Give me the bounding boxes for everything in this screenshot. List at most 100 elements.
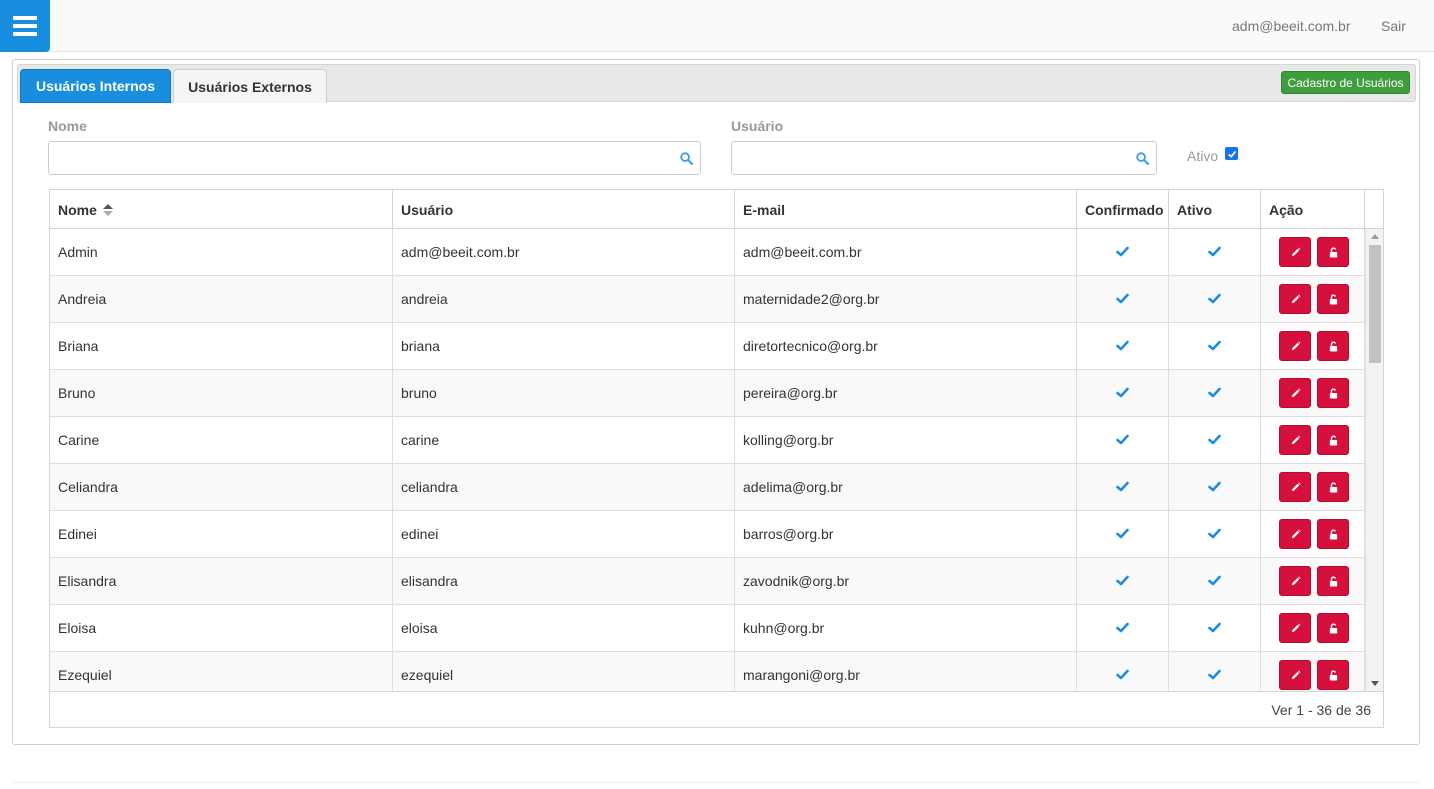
search-icon[interactable]	[680, 152, 693, 165]
unlock-button[interactable]	[1317, 425, 1349, 455]
nome-search-input[interactable]	[49, 142, 700, 174]
cell-email: kuhn@org.br	[735, 605, 1077, 651]
table-row[interactable]: Elisandra elisandra zavodnik@org.br	[50, 558, 1365, 605]
column-header-usuario[interactable]: Usuário	[393, 190, 735, 229]
checkmark-icon	[1227, 150, 1236, 158]
table-row[interactable]: Briana briana diretortecnico@org.br	[50, 323, 1365, 370]
unlock-button[interactable]	[1317, 613, 1349, 643]
pencil-icon	[1290, 435, 1301, 446]
scroll-up-icon[interactable]	[1371, 234, 1379, 239]
cell-email: maternidade2@org.br	[735, 276, 1077, 322]
cell-ativo	[1169, 511, 1261, 557]
unlock-button[interactable]	[1317, 237, 1349, 267]
nome-filter-label: Nome	[48, 118, 87, 134]
cell-usuario: carine	[393, 417, 735, 463]
cell-confirmado	[1077, 417, 1169, 463]
ativo-checkbox[interactable]	[1225, 147, 1238, 160]
users-grid: Nome Usuário E-mail Confirmado Ativo Açã…	[49, 189, 1384, 728]
cell-email: pereira@org.br	[735, 370, 1077, 416]
pencil-icon	[1290, 388, 1301, 399]
column-header-email[interactable]: E-mail	[735, 190, 1077, 229]
column-header-nome[interactable]: Nome	[50, 190, 393, 229]
cell-acao	[1261, 323, 1365, 369]
cell-acao	[1261, 370, 1365, 416]
table-row[interactable]: Admin adm@beeit.com.br adm@beeit.com.br	[50, 229, 1365, 276]
usuario-search-field	[731, 141, 1157, 175]
logout-link[interactable]: Sair	[1381, 18, 1406, 34]
pencil-icon	[1290, 341, 1301, 352]
cell-confirmado	[1077, 558, 1169, 604]
unlock-button[interactable]	[1317, 519, 1349, 549]
column-header-nome-label: Nome	[58, 201, 97, 218]
cell-acao	[1261, 229, 1365, 275]
column-header-ativo[interactable]: Ativo	[1169, 190, 1261, 229]
cell-email: zavodnik@org.br	[735, 558, 1077, 604]
unlock-button[interactable]	[1317, 331, 1349, 361]
tab-usuarios-externos[interactable]: Usuários Externos	[173, 69, 327, 103]
check-icon	[1208, 432, 1221, 448]
edit-button[interactable]	[1279, 425, 1311, 455]
check-icon	[1116, 526, 1129, 542]
table-row[interactable]: Edinei edinei barros@org.br	[50, 511, 1365, 558]
cell-acao	[1261, 511, 1365, 557]
cell-email: kolling@org.br	[735, 417, 1077, 463]
edit-button[interactable]	[1279, 566, 1311, 596]
edit-button[interactable]	[1279, 284, 1311, 314]
table-row[interactable]: Ezequiel ezequiel marangoni@org.br	[50, 652, 1365, 691]
check-icon	[1116, 667, 1129, 683]
scroll-down-icon[interactable]	[1371, 681, 1379, 686]
check-icon	[1116, 573, 1129, 589]
usuario-search-input[interactable]	[732, 142, 1156, 174]
cell-nome: Briana	[50, 323, 393, 369]
edit-button[interactable]	[1279, 519, 1311, 549]
cell-usuario: bruno	[393, 370, 735, 416]
cell-confirmado	[1077, 276, 1169, 322]
pencil-icon	[1290, 482, 1301, 493]
cell-acao	[1261, 464, 1365, 510]
unlock-button[interactable]	[1317, 472, 1349, 502]
unlock-button[interactable]	[1317, 660, 1349, 690]
menu-button[interactable]	[0, 0, 50, 52]
pencil-icon	[1290, 294, 1301, 305]
pencil-icon	[1290, 529, 1301, 540]
edit-button[interactable]	[1279, 237, 1311, 267]
grid-scrollbar[interactable]	[1365, 229, 1383, 691]
table-row[interactable]: Carine carine kolling@org.br	[50, 417, 1365, 464]
table-row[interactable]: Eloisa eloisa kuhn@org.br	[50, 605, 1365, 652]
cell-confirmado	[1077, 229, 1169, 275]
check-icon	[1208, 573, 1221, 589]
edit-button[interactable]	[1279, 331, 1311, 361]
pencil-icon	[1290, 670, 1301, 681]
edit-button[interactable]	[1279, 378, 1311, 408]
unlock-button[interactable]	[1317, 284, 1349, 314]
unlock-button[interactable]	[1317, 566, 1349, 596]
search-icon[interactable]	[1136, 152, 1149, 165]
cell-nome: Bruno	[50, 370, 393, 416]
cell-ativo	[1169, 276, 1261, 322]
table-row[interactable]: Bruno bruno pereira@org.br	[50, 370, 1365, 417]
edit-button[interactable]	[1279, 660, 1311, 690]
cell-nome: Edinei	[50, 511, 393, 557]
grid-footer: Ver 1 - 36 de 36	[50, 691, 1383, 727]
cell-ativo	[1169, 652, 1261, 691]
edit-button[interactable]	[1279, 613, 1311, 643]
check-icon	[1208, 338, 1221, 354]
tab-usuarios-internos[interactable]: Usuários Internos	[20, 69, 171, 103]
scroll-thumb[interactable]	[1369, 245, 1381, 363]
cadastro-usuarios-button[interactable]: Cadastro de Usuários	[1281, 71, 1410, 94]
check-icon	[1116, 244, 1129, 260]
table-row[interactable]: Andreia andreia maternidade2@org.br	[50, 276, 1365, 323]
cell-email: marangoni@org.br	[735, 652, 1077, 691]
column-header-confirmado[interactable]: Confirmado	[1077, 190, 1169, 229]
cell-usuario: elisandra	[393, 558, 735, 604]
check-icon	[1116, 291, 1129, 307]
unlock-icon	[1328, 481, 1339, 493]
unlock-button[interactable]	[1317, 378, 1349, 408]
check-icon	[1116, 338, 1129, 354]
cell-email: diretortecnico@org.br	[735, 323, 1077, 369]
check-icon	[1208, 385, 1221, 401]
cell-usuario: ezequiel	[393, 652, 735, 691]
edit-button[interactable]	[1279, 472, 1311, 502]
table-row[interactable]: Celiandra celiandra adelima@org.br	[50, 464, 1365, 511]
unlock-icon	[1328, 293, 1339, 305]
